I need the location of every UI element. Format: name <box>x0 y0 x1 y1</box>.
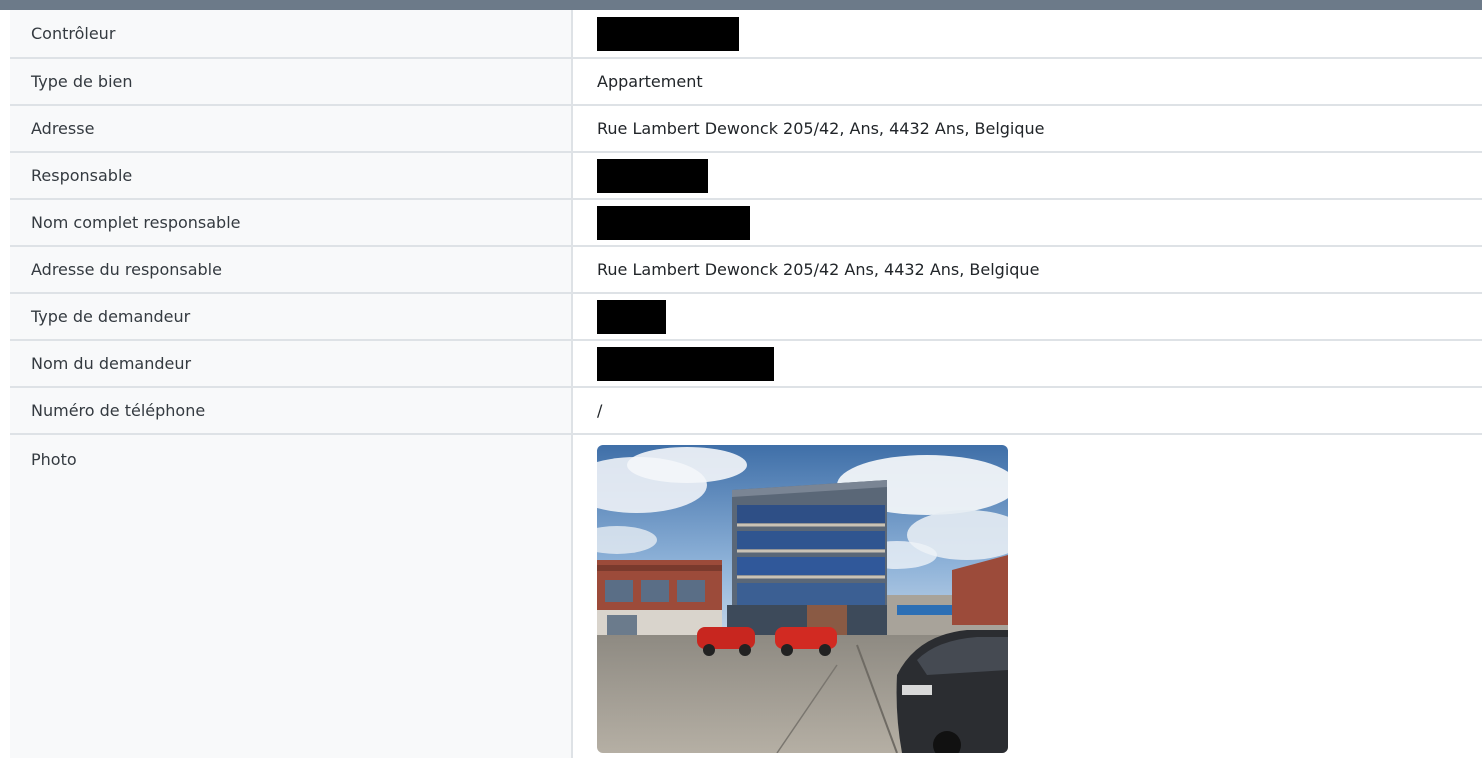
type-bien-label: Type de bien <box>10 58 573 106</box>
adresse-responsable-label: Adresse du responsable <box>10 246 573 294</box>
building-photo-image <box>597 445 1008 753</box>
row-nom-complet: Nom complet responsable <box>10 199 1482 247</box>
adresse-value: Rue Lambert Dewonck 205/42, Ans, 4432 An… <box>572 105 1482 153</box>
controleur-value <box>572 10 1482 59</box>
nom-demandeur-value <box>572 340 1482 388</box>
nom-complet-value <box>572 199 1482 247</box>
adresse-responsable-value: Rue Lambert Dewonck 205/42 Ans, 4432 Ans… <box>572 246 1482 294</box>
redacted-block <box>597 346 774 381</box>
photo-label: Photo <box>10 434 573 758</box>
row-photo: Photo <box>10 434 1482 758</box>
adresse-label: Adresse <box>10 105 573 153</box>
row-nom-demandeur: Nom du demandeur <box>10 340 1482 388</box>
row-controleur: Contrôleur <box>10 10 1482 59</box>
top-header-bar <box>0 0 1482 10</box>
telephone-label: Numéro de téléphone <box>10 387 573 435</box>
telephone-value: / <box>572 387 1482 435</box>
row-type-demandeur: Type de demandeur <box>10 293 1482 341</box>
type-demandeur-label: Type de demandeur <box>10 293 573 341</box>
row-adresse: Adresse Rue Lambert Dewonck 205/42, Ans,… <box>10 105 1482 153</box>
redacted-block <box>597 205 750 240</box>
details-table: Contrôleur Type de bien Appartement Adre… <box>10 10 1482 758</box>
responsable-label: Responsable <box>10 152 573 200</box>
row-telephone: Numéro de téléphone / <box>10 387 1482 435</box>
controleur-label: Contrôleur <box>10 10 573 59</box>
redacted-block <box>597 16 739 51</box>
photo-value <box>572 434 1482 758</box>
building-photo[interactable] <box>597 445 1008 753</box>
redacted-block <box>597 299 666 334</box>
type-bien-value: Appartement <box>572 58 1482 106</box>
type-demandeur-value <box>572 293 1482 341</box>
nom-complet-label: Nom complet responsable <box>10 199 573 247</box>
row-type-bien: Type de bien Appartement <box>10 58 1482 106</box>
row-adresse-responsable: Adresse du responsable Rue Lambert Dewon… <box>10 246 1482 294</box>
responsable-value <box>572 152 1482 200</box>
redacted-block <box>597 158 708 193</box>
nom-demandeur-label: Nom du demandeur <box>10 340 573 388</box>
row-responsable: Responsable <box>10 152 1482 200</box>
